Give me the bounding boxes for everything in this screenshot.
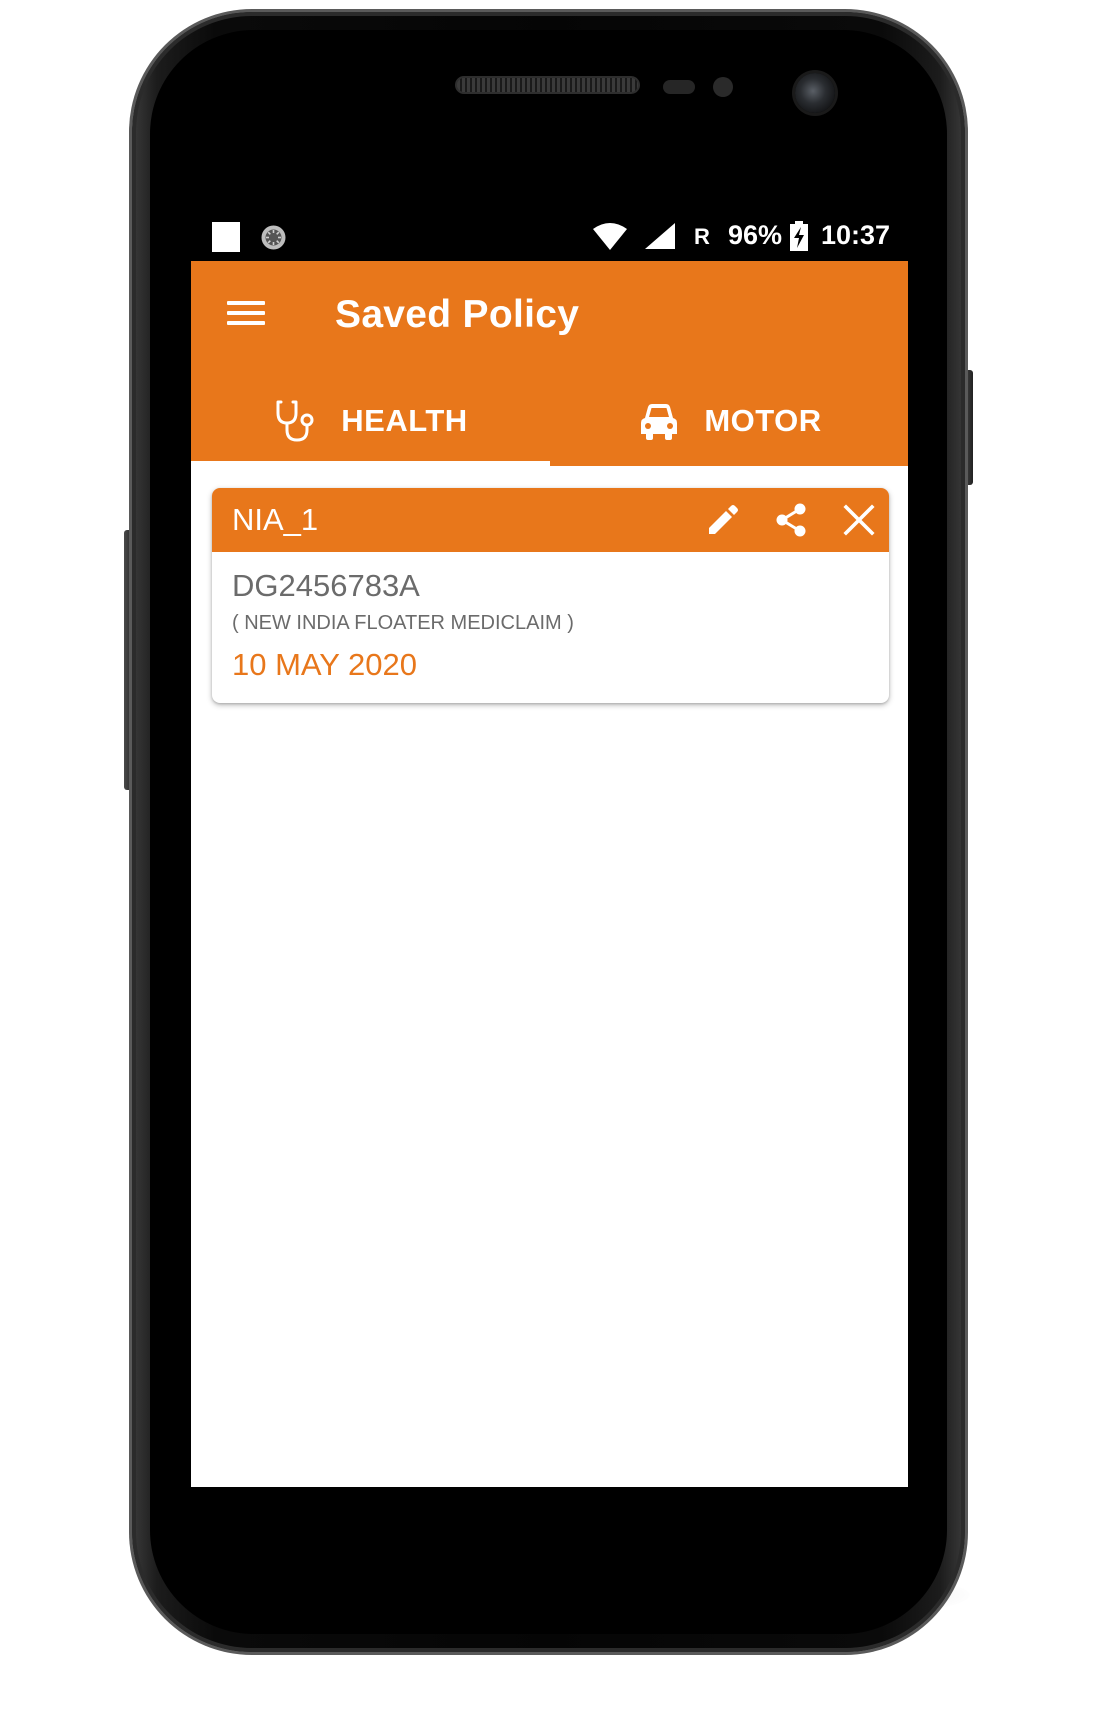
tab-health-label: HEALTH <box>341 403 468 438</box>
policy-date: 10 MAY 2020 <box>232 647 417 682</box>
battery-percent: 96% <box>728 220 783 250</box>
close-icon[interactable] <box>837 498 881 542</box>
notification-square-icon <box>212 222 240 252</box>
signal-icon <box>645 223 675 249</box>
network-type-label: R <box>694 224 710 249</box>
edit-icon[interactable] <box>701 498 745 542</box>
clock: 10:37 <box>821 220 891 250</box>
sync-icon <box>261 225 286 250</box>
tab-motor-label: MOTOR <box>704 403 822 438</box>
hamburger-menu-icon[interactable] <box>219 291 267 335</box>
stethoscope-icon <box>276 400 314 442</box>
policy-number: DG2456783A <box>232 568 420 603</box>
phone-speaker <box>455 76 640 94</box>
policy-card[interactable]: NIA_1 DG2456783A (NEW INDIA FLOATER MED… <box>212 488 889 703</box>
battery-charging-icon <box>790 221 808 251</box>
policy-plan-name: ( NEW INDIA FLOATER MEDICLAIM ) <box>232 612 574 634</box>
share-icon[interactable] <box>769 498 813 542</box>
status-bar: R 96% 10:37 <box>191 211 908 261</box>
car-icon <box>641 404 678 440</box>
phone-sensor <box>713 77 733 97</box>
page-title: Saved Policy <box>335 293 580 336</box>
tab-motor[interactable]: MOTOR <box>550 376 908 466</box>
app-bar: Saved Policy HEALTH MOTOR <box>191 261 908 466</box>
policy-card-title: NIA_1 <box>232 502 319 537</box>
wifi-icon <box>593 223 627 250</box>
selected-tab-indicator <box>191 461 550 466</box>
tab-health[interactable]: HEALTH <box>191 376 550 466</box>
phone-sensor <box>663 80 695 94</box>
policy-card-header: NIA_1 <box>212 488 889 552</box>
phone-front-camera <box>795 73 835 113</box>
app-screen: R 96% 10:37 Saved Policy HEALTH MOTOR NI… <box>191 211 908 1487</box>
